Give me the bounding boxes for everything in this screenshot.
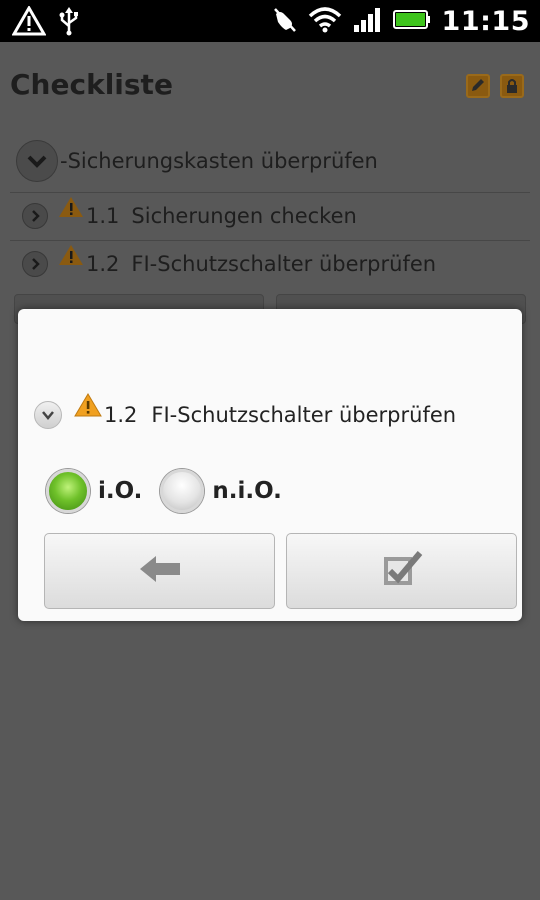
item-number: 1.1 bbox=[86, 204, 120, 228]
chevron-right-icon[interactable] bbox=[22, 251, 48, 277]
radio-io[interactable] bbox=[46, 469, 90, 513]
warning-icon bbox=[11, 4, 47, 40]
title-actions bbox=[466, 74, 524, 98]
page-title: Checkliste bbox=[10, 68, 173, 101]
back-button[interactable] bbox=[44, 533, 275, 609]
confirm-button[interactable] bbox=[286, 533, 517, 609]
chevron-down-icon[interactable] bbox=[16, 140, 58, 182]
cell-signal-icon bbox=[352, 4, 382, 38]
lock-icon[interactable] bbox=[500, 74, 524, 98]
result-radio-group: i.O. n.i.O. bbox=[46, 469, 282, 513]
wifi-icon bbox=[308, 4, 342, 38]
item-number: 1.2 bbox=[104, 403, 138, 427]
chevron-down-icon[interactable] bbox=[34, 401, 62, 429]
radio-nio-label[interactable]: n.i.O. bbox=[212, 478, 282, 504]
section-label: -Sicherungskasten überprüfen bbox=[60, 149, 378, 173]
battery-icon bbox=[392, 4, 432, 38]
signal-muted-icon bbox=[272, 4, 298, 38]
check-dialog: 1.2 FI-Schutzschalter überprüfen i.O. n.… bbox=[18, 309, 522, 621]
clock: 11:15 bbox=[441, 5, 530, 37]
item-label: FI-Schutzschalter überprüfen bbox=[131, 252, 437, 276]
list-item[interactable]: 1.2 FI-Schutzschalter überprüfen bbox=[10, 240, 530, 288]
edit-icon[interactable] bbox=[466, 74, 490, 98]
status-bar: 11:15 bbox=[0, 0, 540, 42]
chevron-right-icon[interactable] bbox=[22, 203, 48, 229]
confirm-check-icon bbox=[380, 547, 424, 595]
item-label: Sicherungen checken bbox=[131, 204, 357, 228]
item-label: FI-Schutzschalter überprüfen bbox=[151, 403, 457, 427]
back-arrow-icon bbox=[138, 554, 182, 588]
section-header[interactable]: -Sicherungskasten überprüfen bbox=[10, 130, 530, 192]
dialog-item-header: 1.2 FI-Schutzschalter überprüfen bbox=[34, 393, 457, 429]
warning-icon bbox=[58, 244, 84, 270]
item-number: 1.2 bbox=[86, 252, 120, 276]
warning-icon bbox=[58, 196, 84, 222]
list-item[interactable]: 1.1 Sicherungen checken bbox=[10, 192, 530, 240]
warning-icon bbox=[74, 393, 102, 421]
radio-nio[interactable] bbox=[160, 469, 205, 513]
usb-icon bbox=[58, 6, 80, 40]
radio-io-label[interactable]: i.O. bbox=[98, 478, 142, 504]
